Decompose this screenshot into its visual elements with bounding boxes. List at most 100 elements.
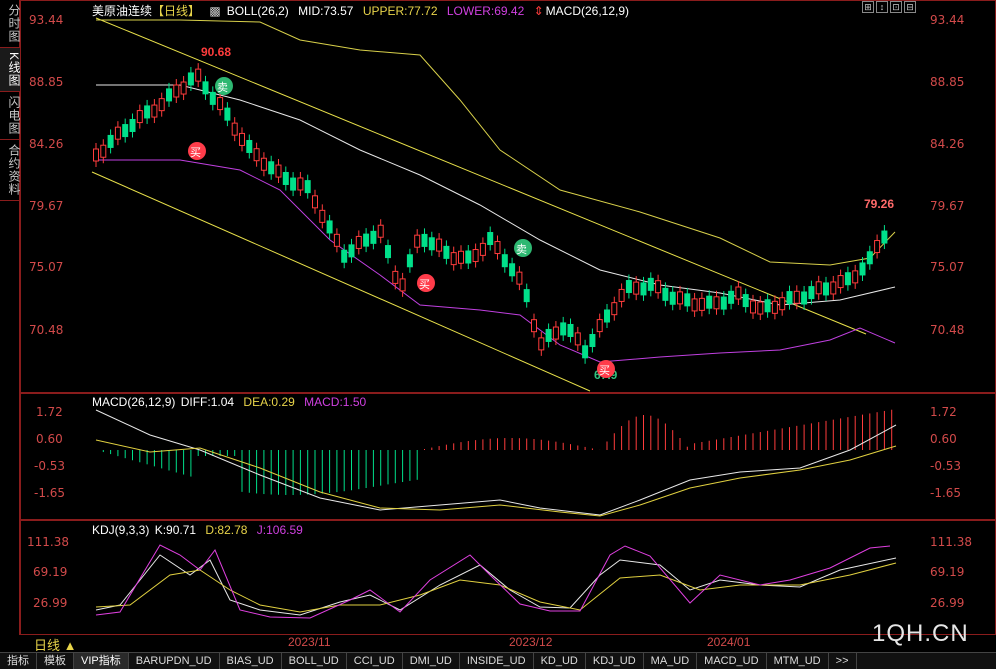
candle-body <box>823 282 829 296</box>
candle-body <box>326 220 333 234</box>
tab-macd[interactable]: MACD_UD <box>697 653 767 669</box>
candle-body <box>282 171 289 185</box>
candle-body <box>713 296 720 310</box>
candle-body <box>706 295 713 309</box>
tab-bias[interactable]: BIAS_UD <box>220 653 282 669</box>
tab-kd[interactable]: KD_UD <box>534 653 586 669</box>
candle-body <box>815 281 822 295</box>
candle-body <box>545 328 552 342</box>
candle-body <box>655 280 662 294</box>
macd-diff-line <box>95 409 897 516</box>
candle-body <box>304 180 311 194</box>
candle-body <box>312 195 318 209</box>
candle-body <box>377 224 384 238</box>
candle-body <box>392 270 399 284</box>
candle-body <box>801 291 808 305</box>
candle-body <box>319 209 326 223</box>
tab-cci[interactable]: CCI_UD <box>347 653 403 669</box>
candle-body <box>144 105 151 119</box>
candle-body <box>881 230 888 244</box>
candle-body <box>552 326 559 340</box>
main-chart <box>91 17 896 392</box>
candle-body <box>582 345 589 359</box>
candle-body <box>538 337 545 351</box>
candle-body <box>370 230 377 244</box>
candle-body <box>363 233 370 247</box>
tab-ma[interactable]: MA_UD <box>644 653 698 669</box>
tab-kdj[interactable]: KDJ_UD <box>586 653 644 669</box>
chart-canvas[interactable]: 90.68 79.26 67.9 买 买 买 卖 卖 <box>0 0 996 669</box>
candle-body <box>509 263 516 277</box>
candle-body <box>830 281 837 295</box>
candle-body <box>501 254 508 268</box>
tab-vip-indicator[interactable]: VIP指标 <box>74 653 129 669</box>
candle-body <box>844 272 851 286</box>
candle-body <box>757 301 764 315</box>
candle-body <box>494 241 501 255</box>
tab-inside[interactable]: INSIDE_UD <box>460 653 534 669</box>
candle-body <box>523 289 530 303</box>
candle-body <box>275 164 282 178</box>
tab-barupdn[interactable]: BARUPDN_UD <box>129 653 220 669</box>
candle-body <box>217 97 224 111</box>
candle-body <box>596 319 603 333</box>
candle-body <box>859 262 866 276</box>
candle-body <box>472 249 479 263</box>
candle-body <box>399 278 406 292</box>
candle-body <box>837 275 844 289</box>
boll-lower-line <box>96 159 896 363</box>
candle-body <box>742 294 749 308</box>
candle-body <box>166 88 172 102</box>
candle-body <box>771 300 778 314</box>
candle-body <box>239 132 245 146</box>
sell-signal: 卖 <box>215 77 233 95</box>
candle-body <box>647 277 654 291</box>
candle-body <box>720 296 727 310</box>
buy-badge-text: 买 <box>419 278 430 291</box>
candle-body <box>107 134 114 148</box>
candle-body <box>114 126 121 140</box>
candle-body <box>268 161 275 175</box>
tab-more[interactable]: >> <box>829 653 857 669</box>
candle-body <box>458 250 464 264</box>
candle-body <box>253 148 260 162</box>
candle-body <box>187 72 194 86</box>
tab-dmi[interactable]: DMI_UD <box>403 653 460 669</box>
candle-body <box>260 157 267 171</box>
candle-body <box>874 240 881 254</box>
trend-channel-upper <box>95 17 867 335</box>
tab-boll[interactable]: BOLL_UD <box>282 653 347 669</box>
candle-body <box>465 250 472 264</box>
candle-body <box>698 297 705 311</box>
candle-body <box>677 291 683 305</box>
tab-indicator[interactable]: 指标 <box>0 653 37 669</box>
tab-mtm[interactable]: MTM_UD <box>767 653 829 669</box>
buy-signal: 买 <box>417 274 435 292</box>
candle-body <box>487 232 494 246</box>
date-label: 2023/12 <box>509 635 553 649</box>
date-label: 2024/01 <box>707 635 751 649</box>
candle-body <box>129 118 136 132</box>
candle-body <box>224 107 231 121</box>
candle-body <box>640 282 647 296</box>
candle-body <box>180 81 187 95</box>
candle-body <box>290 177 297 191</box>
candle-body <box>633 281 640 295</box>
candle-body <box>786 291 793 305</box>
boll-mid-line <box>96 84 896 306</box>
candle-body <box>479 242 486 256</box>
candle-body <box>750 300 756 314</box>
candle-body <box>341 249 348 263</box>
tab-template[interactable]: 模板 <box>37 653 74 669</box>
candle-body <box>808 286 815 300</box>
candle-body <box>618 288 625 302</box>
buy-badge-text: 买 <box>190 146 201 159</box>
sell-badge-text: 卖 <box>516 243 527 256</box>
candle-body <box>202 81 209 95</box>
kdj-d-line <box>95 562 897 613</box>
candle-body <box>560 322 567 336</box>
candle-body <box>93 148 99 162</box>
candle-body <box>348 244 355 258</box>
candle-body <box>136 110 143 124</box>
last-price-label: 79.26 <box>864 197 894 211</box>
